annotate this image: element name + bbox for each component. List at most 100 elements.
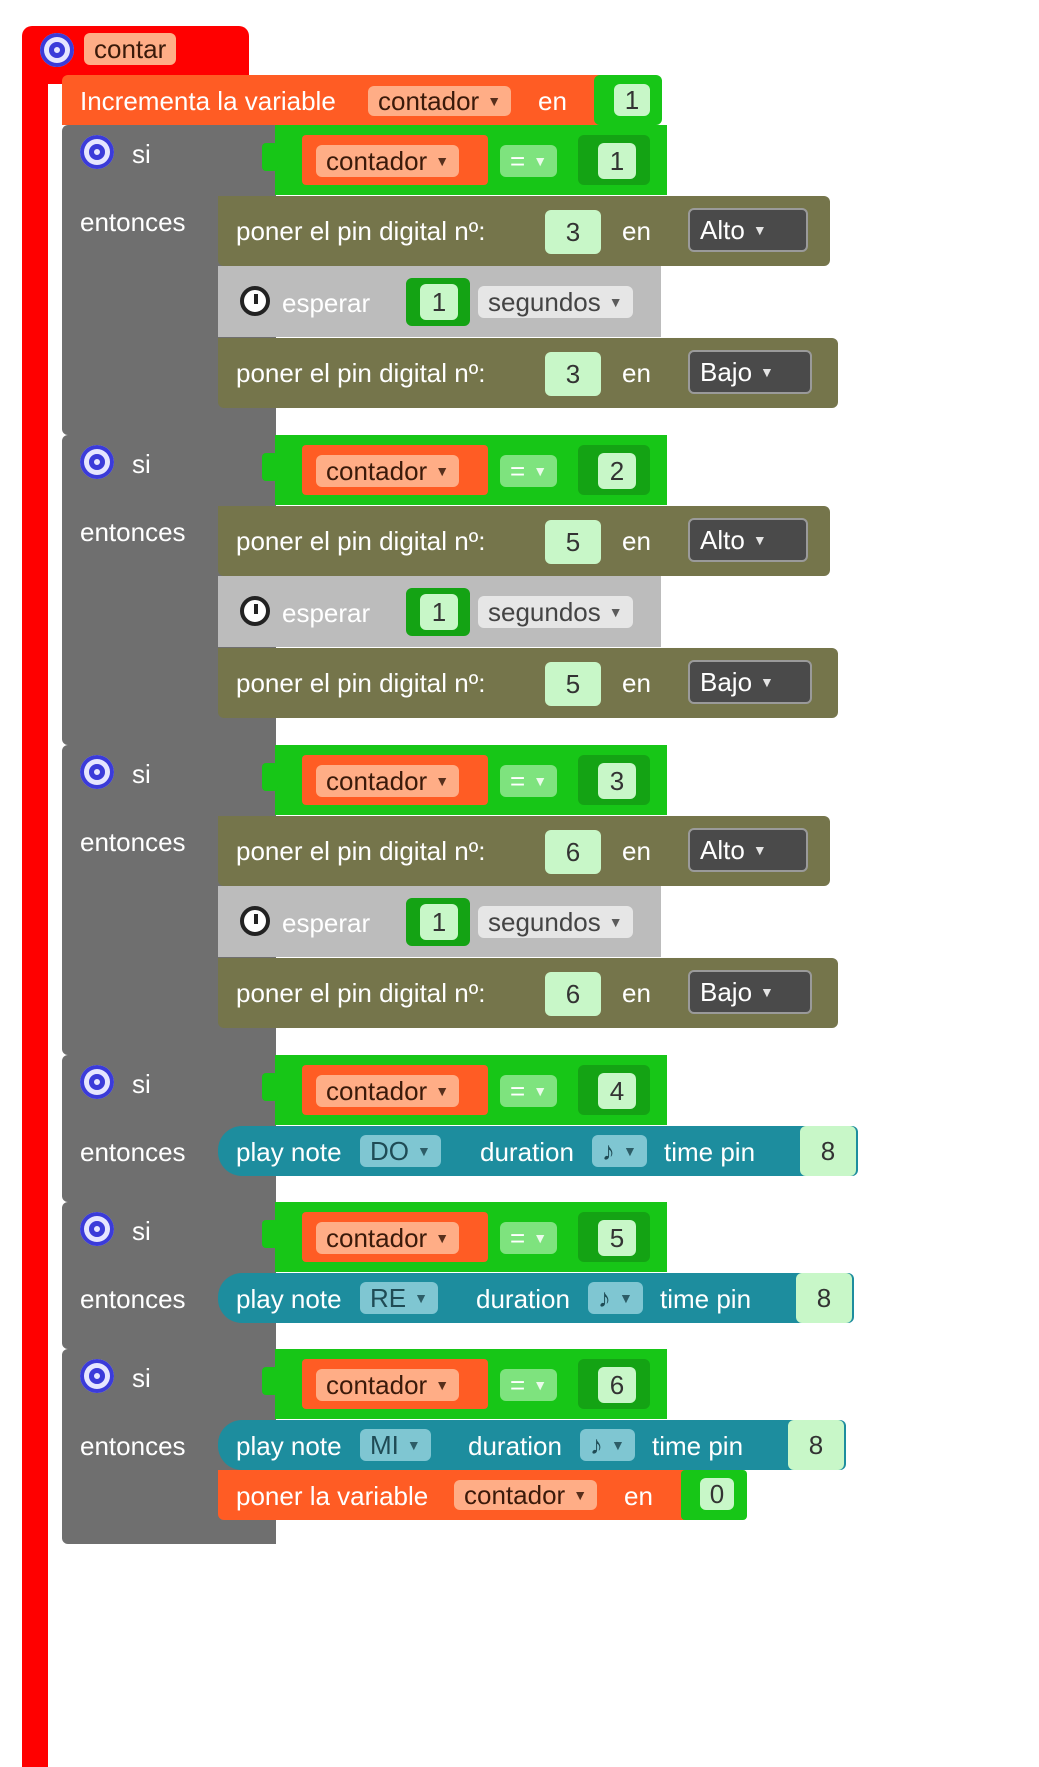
note-pin-number[interactable]: 8 — [800, 1126, 856, 1176]
compare-operator-dropdown[interactable]: = ▼ — [500, 765, 558, 797]
note-pin-number[interactable]: 8 — [796, 1273, 852, 1323]
pin-state-dropdown[interactable]: Alto ▼ — [688, 828, 808, 872]
pin-label: poner el pin digital nº: — [236, 836, 486, 866]
increment-value[interactable]: 1 — [614, 84, 650, 116]
compare-operator-dropdown[interactable]: = ▼ — [500, 145, 558, 177]
compare-variable-dropdown[interactable]: contador ▼ — [316, 145, 460, 177]
pin-state-dropdown-value: Alto — [700, 215, 745, 245]
dropdown-arrow-icon: ▼ — [752, 222, 767, 238]
procedure-name: contar — [94, 34, 167, 64]
note-dropdown-value: RE — [370, 1283, 407, 1313]
compare-connector — [262, 1220, 278, 1248]
compare-value[interactable]: 3 — [598, 763, 636, 799]
compare-variable-dropdown[interactable]: contador ▼ — [316, 1222, 460, 1254]
compare-variable-dropdown[interactable]: contador ▼ — [316, 765, 460, 797]
note-dropdown[interactable]: DO ▼ — [360, 1135, 441, 1167]
compare-operator-dropdown-value: = — [510, 1076, 526, 1106]
dropdown-arrow-icon: ▼ — [435, 153, 450, 169]
compare-variable-dropdown-value: contador — [326, 1076, 428, 1106]
pin-number[interactable]: 6 — [545, 972, 601, 1016]
reset-value[interactable]: 0 — [700, 1478, 734, 1510]
dropdown-arrow-icon: ▼ — [533, 1083, 548, 1099]
if-mutator-gear-icon[interactable] — [80, 1065, 114, 1099]
duration-label: duration — [476, 1284, 570, 1314]
compare-operator-dropdown[interactable]: = ▼ — [500, 455, 558, 487]
compare-value[interactable]: 5 — [598, 1220, 636, 1256]
compare-operator-dropdown[interactable]: = ▼ — [500, 1222, 558, 1254]
entonces-label: entonces — [80, 1284, 186, 1314]
si-label: si — [132, 1363, 151, 1393]
compare-connector — [262, 1073, 278, 1101]
entonces-label: entonces — [80, 827, 186, 857]
compare-variable-dropdown[interactable]: contador ▼ — [316, 1075, 460, 1107]
dropdown-arrow-icon: ▼ — [611, 1437, 625, 1453]
if-mutator-gear-icon[interactable] — [80, 1212, 114, 1246]
pin-number[interactable]: 3 — [545, 352, 601, 396]
dropdown-arrow-icon: ▼ — [435, 1230, 450, 1246]
compare-operator-dropdown[interactable]: = ▼ — [500, 1369, 558, 1401]
pin-en-label: en — [622, 216, 651, 246]
wait-unit-dropdown[interactable]: segundos ▼ — [478, 596, 633, 628]
compare-value[interactable]: 4 — [598, 1073, 636, 1109]
duration-dropdown[interactable]: ♪ ▼ — [592, 1135, 647, 1167]
compare-operator-dropdown-value: = — [510, 1370, 526, 1400]
pin-state-dropdown[interactable]: Bajo ▼ — [688, 350, 812, 394]
wait-value[interactable]: 1 — [420, 904, 458, 940]
pin-number[interactable]: 5 — [545, 662, 601, 706]
dropdown-arrow-icon: ▼ — [760, 364, 774, 380]
dropdown-arrow-icon: ▼ — [619, 1290, 633, 1306]
reset-variable-dropdown[interactable]: contador ▼ — [454, 1480, 598, 1510]
note-dropdown[interactable]: MI ▼ — [360, 1429, 431, 1461]
entonces-label: entonces — [80, 517, 186, 547]
compare-variable-dropdown-value: contador — [326, 1370, 428, 1400]
mutator-gear-icon[interactable] — [40, 33, 74, 67]
note-dropdown-value: DO — [370, 1136, 409, 1166]
pin-number[interactable]: 5 — [545, 520, 601, 564]
wait-value[interactable]: 1 — [420, 594, 458, 630]
pin-state-dropdown[interactable]: Bajo ▼ — [688, 970, 812, 1014]
wait-unit-dropdown[interactable]: segundos ▼ — [478, 286, 633, 318]
compare-operator-dropdown-value: = — [510, 766, 526, 796]
pin-state-dropdown-value: Alto — [700, 525, 745, 555]
if-mutator-gear-icon[interactable] — [80, 1359, 114, 1393]
wait-unit-dropdown-value: segundos — [488, 597, 601, 627]
compare-operator-dropdown-value: = — [510, 1223, 526, 1253]
compare-connector — [262, 763, 278, 791]
compare-connector — [262, 453, 278, 481]
entonces-label: entonces — [80, 1137, 186, 1167]
wait-value[interactable]: 1 — [420, 284, 458, 320]
time-pin-label: time pin — [664, 1137, 756, 1167]
duration-dropdown[interactable]: ♪ ▼ — [580, 1429, 635, 1461]
if-mutator-gear-icon[interactable] — [80, 135, 114, 169]
si-label: si — [132, 759, 151, 789]
pin-state-dropdown[interactable]: Bajo ▼ — [688, 660, 812, 704]
increment-variable-dropdown[interactable]: contador ▼ — [368, 86, 512, 116]
si-label: si — [132, 139, 151, 169]
si-label: si — [132, 1216, 151, 1246]
compare-variable-dropdown[interactable]: contador ▼ — [316, 1369, 460, 1401]
wait-unit-dropdown[interactable]: segundos ▼ — [478, 906, 633, 938]
dropdown-arrow-icon: ▼ — [760, 984, 774, 1000]
time-pin-label: time pin — [660, 1284, 752, 1314]
procedure-name-field[interactable]: contar — [84, 33, 177, 65]
if-mutator-gear-icon[interactable] — [80, 445, 114, 479]
dropdown-arrow-icon: ▼ — [533, 463, 548, 479]
compare-connector — [262, 1367, 278, 1395]
wait-label: esperar — [282, 288, 371, 318]
compare-value[interactable]: 6 — [598, 1367, 636, 1403]
compare-variable-dropdown[interactable]: contador ▼ — [316, 455, 460, 487]
pin-number[interactable]: 6 — [545, 830, 601, 874]
compare-value[interactable]: 2 — [598, 453, 636, 489]
pin-state-dropdown[interactable]: Alto ▼ — [688, 518, 808, 562]
duration-dropdown[interactable]: ♪ ▼ — [588, 1282, 643, 1314]
dropdown-arrow-icon: ▼ — [533, 1230, 548, 1246]
dropdown-arrow-icon: ▼ — [760, 674, 774, 690]
note-pin-number[interactable]: 8 — [788, 1420, 844, 1470]
clock-icon — [240, 906, 270, 936]
compare-operator-dropdown[interactable]: = ▼ — [500, 1075, 558, 1107]
pin-number[interactable]: 3 — [545, 210, 601, 254]
compare-value[interactable]: 1 — [598, 143, 636, 179]
pin-state-dropdown[interactable]: Alto ▼ — [688, 208, 808, 252]
if-mutator-gear-icon[interactable] — [80, 755, 114, 789]
note-dropdown[interactable]: RE ▼ — [360, 1282, 438, 1314]
